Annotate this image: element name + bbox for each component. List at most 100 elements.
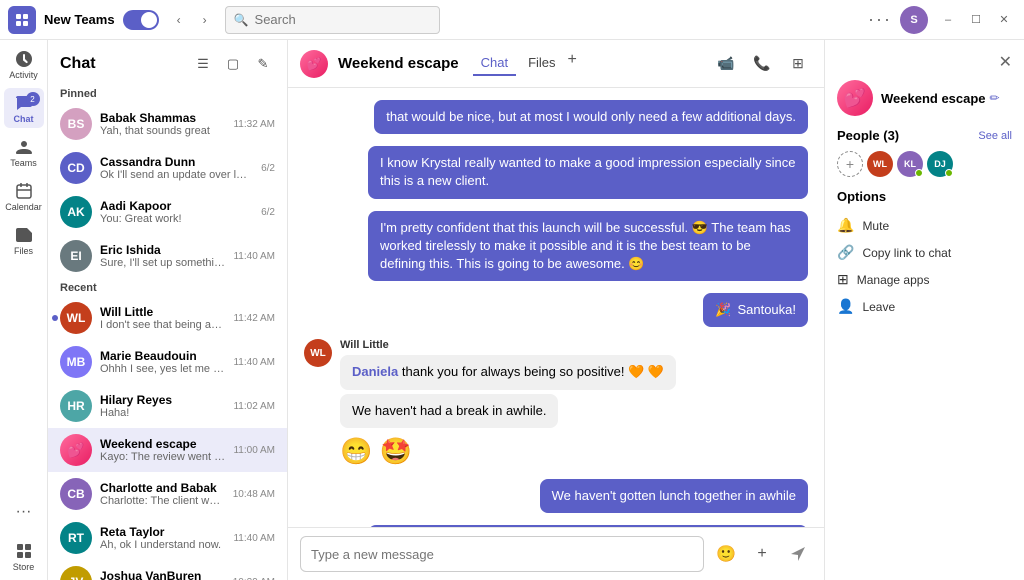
chat-info-charlotte: Charlotte and Babak Charlotte: The clien… (100, 481, 225, 507)
chat-info-aadi: Aadi Kapoor You: Great work! (100, 199, 253, 225)
chat-name-reta: Reta Taylor (100, 525, 225, 539)
option-leave[interactable]: 👤 Leave (837, 293, 1012, 320)
chat-time-reta: 11:40 AM (233, 533, 275, 544)
sidebar-item-teams[interactable]: Teams (4, 132, 44, 172)
attach-button[interactable]: + (748, 540, 776, 568)
chat-info-marie: Marie Beaudouin Ohhh I see, yes let me f… (100, 349, 225, 375)
chat-item-marie[interactable]: MB Marie Beaudouin Ohhh I see, yes let m… (48, 340, 287, 384)
sidebar-item-calendar[interactable]: Calendar (4, 176, 44, 216)
tab-files[interactable]: Files (520, 51, 563, 76)
chat-list-icons: ☰ ▢ ✎ (191, 52, 275, 76)
channel-name: Weekend escape (338, 55, 459, 72)
chat-item-will[interactable]: WL Will Little I don't see that being an… (48, 296, 287, 340)
add-people-button[interactable]: + (837, 151, 863, 177)
people-section-header: People (3) See all (837, 128, 1012, 143)
chat-name-aadi: Aadi Kapoor (100, 199, 253, 213)
msg-row-2: I know Krystal really wanted to make a g… (304, 146, 808, 198)
new-teams-toggle[interactable] (123, 10, 159, 30)
chat-item-babak[interactable]: BS Babak Shammas Yah, that sounds great … (48, 102, 287, 146)
close-button[interactable]: ✕ (992, 8, 1016, 32)
options-section: Options 🔔 Mute 🔗 Copy link to chat ⊞ Man… (837, 189, 1012, 320)
tab-chat[interactable]: Chat (473, 51, 516, 76)
new-teams-label: New Teams (44, 12, 115, 27)
avatar-charlotte: CB (60, 478, 92, 510)
msg-sender-5: Will Little (340, 339, 676, 351)
send-button[interactable] (784, 540, 812, 568)
manage-apps-icon: ⊞ (837, 271, 849, 288)
chat-item-charlotte[interactable]: CB Charlotte and Babak Charlotte: The cl… (48, 472, 287, 516)
option-mute-label: Mute (862, 219, 889, 233)
chat-item-hilary[interactable]: HR Hilary Reyes Haha! 11:02 AM (48, 384, 287, 428)
sidebar-item-activity-label: Activity (9, 70, 38, 80)
chat-item-eric[interactable]: EI Eric Ishida Sure, I'll set up somethi… (48, 234, 287, 278)
sidebar-item-files[interactable]: Files (4, 220, 44, 260)
chat-name-will: Will Little (100, 305, 225, 319)
msg-row-5: WL Will Little Daniela thank you for alw… (304, 339, 808, 466)
msg-bubble-6: We haven't had a break in awhile. (340, 394, 558, 428)
search-input[interactable] (255, 12, 431, 27)
forward-arrow[interactable]: › (193, 8, 217, 32)
app-icon (8, 6, 36, 34)
chat-header: 💕 Weekend escape Chat Files + 📹 📞 ⊞ (288, 40, 824, 88)
maximize-button[interactable]: ☐ (964, 8, 988, 32)
search-icon: 🔍 (234, 13, 249, 27)
option-mute[interactable]: 🔔 Mute (837, 212, 1012, 239)
message-input[interactable] (300, 536, 704, 572)
new-chat-button[interactable]: ✎ (251, 52, 275, 76)
chat-item-weekend[interactable]: 💕 Weekend escape Kayo: The review went r… (48, 428, 287, 472)
see-all-button[interactable]: See all (978, 130, 1012, 142)
chat-name-charlotte: Charlotte and Babak (100, 481, 225, 495)
chat-item-cassandra[interactable]: CD Cassandra Dunn Ok I'll send an update… (48, 146, 287, 190)
channel-avatar: 💕 (300, 50, 328, 78)
chat-items: BS Babak Shammas Yah, that sounds great … (48, 102, 287, 580)
sidebar-item-store[interactable]: Store (4, 536, 44, 576)
msg-content-5: Will Little Daniela thank you for always… (340, 339, 676, 466)
sidebar-item-files-label: Files (14, 246, 33, 256)
user-avatar[interactable]: S (900, 6, 928, 34)
toggle-knob (141, 12, 157, 28)
filter-button[interactable]: ☰ (191, 52, 215, 76)
add-tab-button[interactable]: + (568, 51, 577, 76)
details-panel-button[interactable]: ⊞ (784, 50, 812, 78)
msg-bubble-3: I'm pretty confident that this launch wi… (368, 211, 808, 282)
msg-bubble-2: I know Krystal really wanted to make a g… (368, 146, 808, 198)
emoji-button[interactable]: 🙂 (712, 540, 740, 568)
sidebar-item-teams-label: Teams (10, 158, 37, 168)
chat-preview-charlotte: Charlotte: The client was pretty happy w… (100, 495, 225, 507)
sidebar-item-chat-label: Chat (14, 114, 34, 124)
chat-main: 💕 Weekend escape Chat Files + 📹 📞 ⊞ that… (288, 40, 824, 580)
sidebar-item-more[interactable]: ··· (4, 492, 44, 532)
minimize-button[interactable]: – (936, 8, 960, 32)
new-chat-window-button[interactable]: ▢ (221, 52, 245, 76)
search-box[interactable]: 🔍 (225, 6, 440, 34)
online-indicator-kl (915, 169, 923, 177)
group-edit-button[interactable]: ✏ (990, 91, 1000, 105)
chat-name-joshua: Joshua VanBuren (100, 569, 225, 580)
chat-time-joshua: 10:29 AM (233, 577, 275, 580)
chat-item-joshua[interactable]: JV Joshua VanBuren Thanks for reviewing!… (48, 560, 287, 580)
chat-info-babak: Babak Shammas Yah, that sounds great (100, 111, 225, 137)
chat-time-weekend: 11:00 AM (233, 445, 275, 456)
audio-call-button[interactable]: 📞 (748, 50, 776, 78)
chat-preview-hilary: Haha! (100, 407, 225, 419)
top-bar-right: ··· S – ☐ ✕ (868, 6, 1016, 34)
people-section-title: People (3) (837, 128, 899, 143)
people-section: People (3) See all + WL KL DJ (837, 128, 1012, 177)
avatar-aadi: AK (60, 196, 92, 228)
chat-item-aadi[interactable]: AK Aadi Kapoor You: Great work! 6/2 (48, 190, 287, 234)
chat-item-reta[interactable]: RT Reta Taylor Ah, ok I understand now. … (48, 516, 287, 560)
back-arrow[interactable]: ‹ (167, 8, 191, 32)
msg-emoji-4: 🎉 (715, 301, 731, 319)
chat-time-charlotte: 10:48 AM (233, 489, 275, 500)
chat-name-hilary: Hilary Reyes (100, 393, 225, 407)
mute-icon: 🔔 (837, 217, 854, 234)
sidebar-item-activity[interactable]: Activity (4, 44, 44, 84)
chat-name-babak: Babak Shammas (100, 111, 225, 125)
avatar-babak: BS (60, 108, 92, 140)
right-panel-close-button[interactable]: ✕ (999, 52, 1012, 72)
option-manage-apps[interactable]: ⊞ Manage apps (837, 266, 1012, 293)
sidebar-item-chat[interactable]: Chat 2 (4, 88, 44, 128)
video-call-button[interactable]: 📹 (712, 50, 740, 78)
more-options-button[interactable]: ··· (868, 9, 892, 30)
option-copy-link[interactable]: 🔗 Copy link to chat (837, 239, 1012, 266)
